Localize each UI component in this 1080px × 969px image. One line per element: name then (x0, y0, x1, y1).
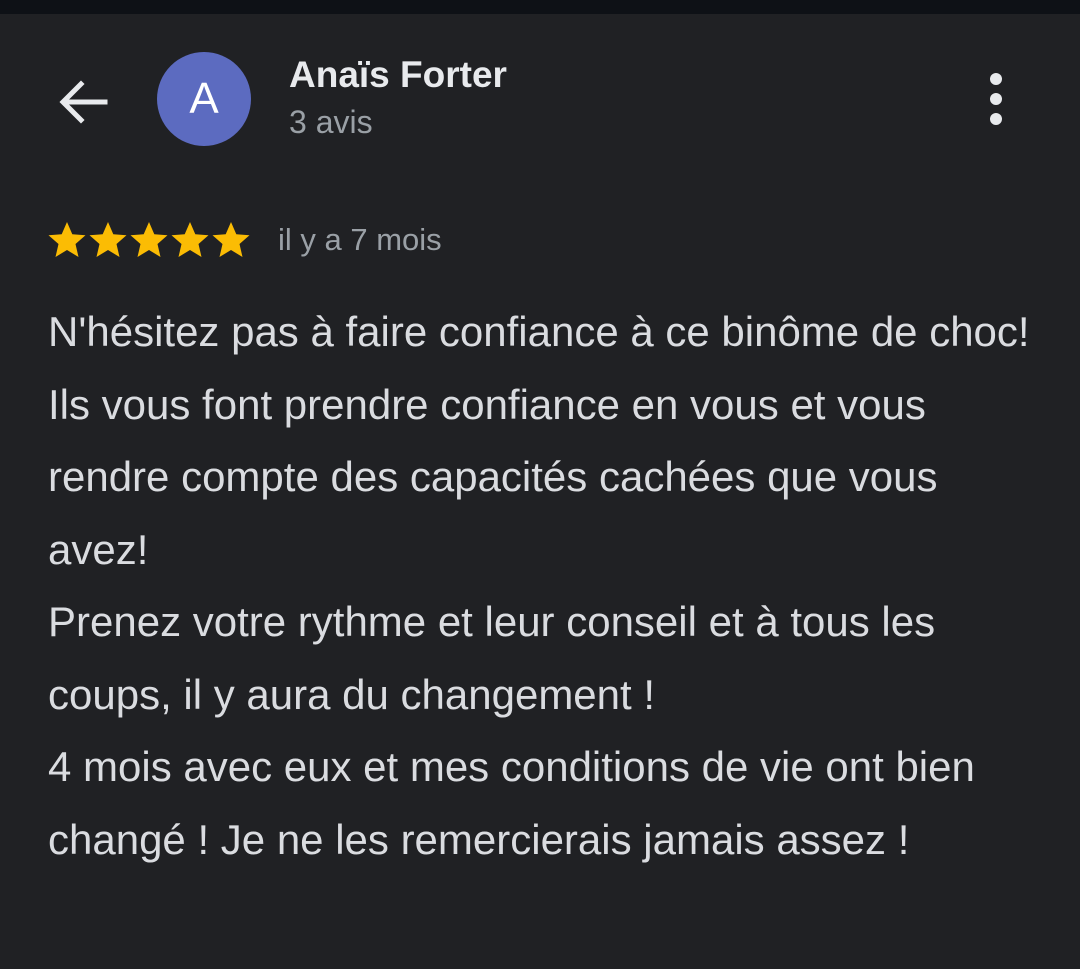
rating-row: il y a 7 mois (47, 218, 442, 262)
review-body: N'hésitez pas à faire confiance à ce bin… (48, 296, 1038, 876)
arrow-left-icon (59, 80, 108, 124)
star-icon (171, 222, 209, 257)
star-icon (89, 222, 127, 257)
review-timestamp: il y a 7 mois (278, 222, 442, 257)
review-paragraph: 4 mois avec eux et mes conditions de vie… (48, 743, 975, 863)
status-bar-strip (0, 0, 1080, 14)
review-paragraph: N'hésitez pas à faire confiance à ce bin… (48, 308, 1030, 573)
review-count: 3 avis (289, 104, 373, 140)
review-paragraph: Prenez votre rythme et leur conseil et à… (48, 598, 936, 718)
more-vertical-icon (990, 73, 1002, 125)
star-rating (47, 220, 252, 260)
star-icon (212, 222, 250, 257)
avatar-letter: A (189, 74, 219, 123)
back-button[interactable] (50, 69, 116, 135)
reviewer-name[interactable]: Anaïs Forter (289, 54, 507, 96)
reviewer-header: A Anaïs Forter 3 avis (0, 14, 1080, 174)
star-icon (48, 222, 86, 257)
more-options-button[interactable] (966, 69, 1026, 129)
star-icon (130, 222, 168, 257)
avatar[interactable]: A (157, 52, 251, 146)
